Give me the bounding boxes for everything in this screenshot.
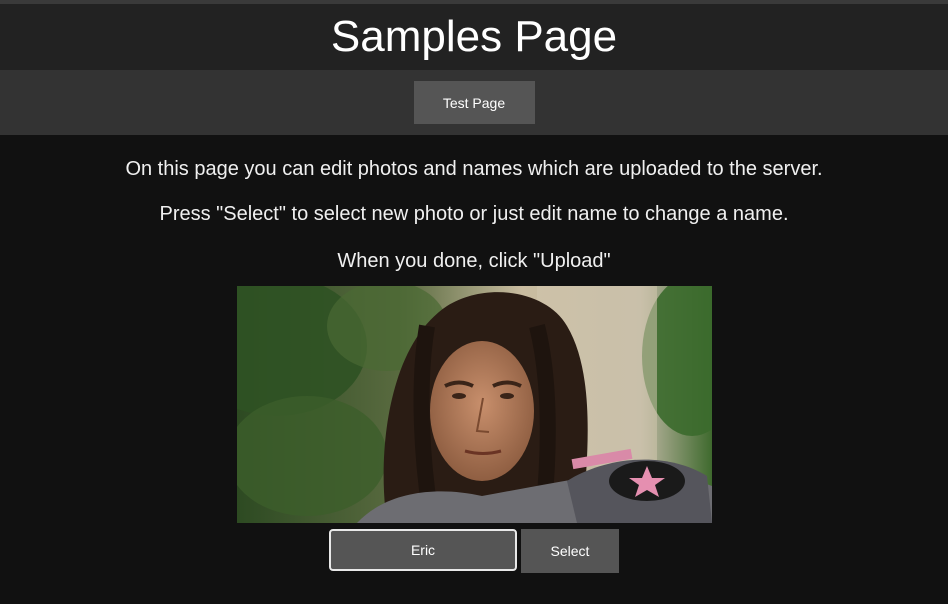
page-header: Samples Page: [0, 4, 948, 70]
select-button[interactable]: Select: [521, 529, 619, 573]
sample-edit-row: Select: [0, 529, 948, 573]
main-content: On this page you can edit photos and nam…: [0, 135, 948, 573]
page-title: Samples Page: [330, 12, 618, 61]
sample-photo: [236, 286, 712, 523]
instruction-text-2: Press "Select" to select new photo or ju…: [159, 203, 789, 225]
test-page-button[interactable]: Test Page: [413, 81, 535, 124]
nav-bar: Test Page: [0, 70, 948, 135]
instruction-text-3: When you done, click "Upload": [337, 250, 611, 272]
name-input[interactable]: [329, 529, 517, 571]
instruction-text-1: On this page you can edit photos and nam…: [125, 158, 823, 180]
